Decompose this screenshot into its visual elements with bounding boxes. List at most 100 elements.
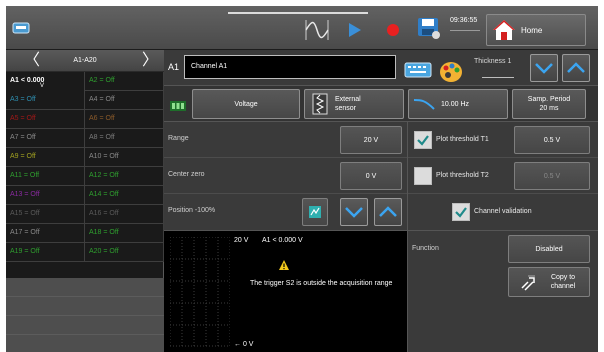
range-label: Range bbox=[168, 135, 189, 142]
home-button[interactable]: Home bbox=[486, 14, 586, 46]
save-icon[interactable] bbox=[416, 16, 442, 40]
threshold-t1-checkbox[interactable] bbox=[414, 131, 432, 149]
waveform-icon[interactable] bbox=[302, 18, 332, 42]
channel-validation-row: Channel validation bbox=[408, 194, 598, 230]
graph-grid bbox=[170, 237, 230, 347]
center-zero-value-button[interactable]: 0 V bbox=[340, 162, 402, 190]
channel-status-row: A1 < 0.000 V A2 = Off bbox=[6, 72, 164, 91]
channel-status-cell[interactable]: A9 = Off bbox=[6, 148, 85, 167]
measurement-type-button[interactable]: Voltage bbox=[192, 89, 300, 119]
copy-to-channel-button[interactable]: Copy to channel bbox=[508, 267, 590, 297]
channel-status-cell[interactable]: A11 = Off bbox=[6, 167, 85, 186]
sampling-period-label: Samp. Period 20 ms bbox=[528, 95, 570, 113]
threshold-t1-value-button[interactable]: 0.5 V bbox=[514, 126, 590, 154]
sampling-period-button[interactable]: Samp. Period 20 ms bbox=[512, 89, 586, 119]
toolbar-divider bbox=[228, 12, 368, 14]
channel-status-cell[interactable]: A19 = Off bbox=[6, 243, 85, 262]
sensor-settings-row: Voltage External sensor 10.00 Hz Samp. Pe… bbox=[164, 86, 598, 122]
samp-label-line1: Samp. Period bbox=[527, 96, 571, 103]
graph-max-label: 20 V bbox=[234, 237, 249, 244]
channel-status-cell[interactable]: A2 = Off bbox=[85, 72, 164, 91]
channel-status-cell[interactable]: A10 = Off bbox=[85, 148, 164, 167]
filter-button[interactable]: 10.00 Hz bbox=[408, 89, 508, 119]
sensor-label-line2: sensor bbox=[335, 105, 357, 112]
copy-label-line2: channel bbox=[550, 283, 576, 290]
channel-header-bar: A1 Channel A1 Thickness 1 bbox=[164, 50, 598, 86]
range-row: Range 20 V bbox=[164, 122, 407, 158]
channel-status-cell[interactable]: A3 = Off bbox=[6, 91, 85, 110]
channel-validation-checkbox[interactable] bbox=[452, 203, 470, 221]
clock-text: 09:36:55 bbox=[450, 17, 478, 24]
prev-page-button[interactable]: 〈 bbox=[24, 52, 40, 70]
list-empty-area bbox=[6, 278, 164, 352]
channel-status-cell[interactable]: A1 < 0.000 bbox=[6, 72, 85, 91]
channel-up-button[interactable] bbox=[562, 54, 590, 82]
channel-down-button[interactable] bbox=[530, 54, 558, 82]
trigger-warning-message: The trigger S2 is outside the acquisitio… bbox=[250, 280, 393, 287]
position-auto-button[interactable] bbox=[302, 198, 328, 226]
clock-underline bbox=[450, 30, 480, 31]
chevron-up-icon bbox=[567, 62, 585, 73]
channel-status-cell[interactable]: A17 = Off bbox=[6, 224, 85, 243]
channel-status-cell[interactable]: A4 = Off bbox=[85, 91, 164, 110]
channel-name-input[interactable]: Channel A1 bbox=[184, 55, 396, 79]
channel-status-cell[interactable]: A5 = Off bbox=[6, 110, 85, 129]
measurement-type-label: Voltage bbox=[234, 100, 258, 108]
channel-validation-label: Channel validation bbox=[474, 208, 532, 215]
sensor-label-line1: External bbox=[335, 96, 361, 103]
channel-status-cell[interactable]: A12 = Off bbox=[85, 167, 164, 186]
threshold-t2-checkbox[interactable] bbox=[414, 167, 432, 185]
channel-status-cell[interactable]: A8 = Off bbox=[85, 129, 164, 148]
graph-min-label: ← 0 V bbox=[234, 341, 254, 348]
channel-status-cell[interactable]: A20 = Off bbox=[85, 243, 164, 262]
threshold-t2-value-button[interactable]: 0.5 V bbox=[514, 162, 590, 190]
range-value-button[interactable]: 20 V bbox=[340, 126, 402, 154]
channel-status-cell[interactable]: A16 = Off bbox=[85, 205, 164, 224]
range-settings-panel: Range 20 V Center zero 0 V Position -100… bbox=[164, 122, 407, 230]
channel-status-row: A19 = Off A20 = Off bbox=[6, 243, 164, 262]
channel-status-row: A11 = Off A12 = Off bbox=[6, 167, 164, 186]
sensor-type-button[interactable]: External sensor bbox=[304, 89, 404, 119]
channel-status-cell[interactable]: A14 = Off bbox=[85, 186, 164, 205]
play-icon[interactable] bbox=[344, 20, 364, 40]
function-label: Function bbox=[412, 245, 439, 252]
channel-status-cell[interactable]: A13 = Off bbox=[6, 186, 85, 205]
app-screen: 09:36:55 Home 〈 A1-A20 〉 A1 < 0.000 V A2 =… bbox=[6, 6, 598, 352]
channel-status-row: A5 = Off A6 = Off bbox=[6, 110, 164, 129]
channel-status-cell[interactable]: A15 = Off bbox=[6, 205, 85, 224]
threshold-t2-row: Plot threshold T2 0.5 V bbox=[408, 158, 598, 194]
chevron-up-icon bbox=[379, 206, 397, 217]
position-down-button[interactable] bbox=[340, 198, 368, 226]
channel-status-cell[interactable]: A18 = Off bbox=[85, 224, 164, 243]
color-palette-icon[interactable] bbox=[438, 60, 464, 84]
channel-status-cell[interactable]: A7 = Off bbox=[6, 129, 85, 148]
home-label: Home bbox=[521, 25, 543, 35]
function-panel: Function Disabled Copy to channel bbox=[407, 230, 598, 352]
warning-icon bbox=[279, 260, 289, 270]
position-up-button[interactable] bbox=[374, 198, 402, 226]
copy-label-line1: Copy to bbox=[550, 274, 576, 281]
device-icon[interactable] bbox=[12, 20, 30, 36]
list-divider bbox=[6, 334, 164, 335]
channel-status-cell[interactable]: A6 = Off bbox=[85, 110, 164, 129]
next-page-button[interactable]: 〉 bbox=[142, 52, 158, 70]
channel-status-row: A7 = Off A8 = Off bbox=[6, 129, 164, 148]
function-select-button[interactable]: Disabled bbox=[508, 235, 590, 263]
channel-status-row: A13 = Off A14 = Off bbox=[6, 186, 164, 205]
record-icon[interactable] bbox=[384, 21, 402, 39]
channel-list-panel: 〈 A1-A20 〉 A1 < 0.000 V A2 = Off A3 = Off A4… bbox=[6, 50, 164, 352]
channel-status-row: A3 = Off A4 = Off bbox=[6, 91, 164, 110]
channel-list-title: A1-A20 bbox=[73, 57, 97, 64]
chevron-down-icon bbox=[535, 63, 553, 74]
channel-id: A1 bbox=[168, 62, 180, 72]
copy-icon bbox=[521, 275, 535, 291]
keyboard-icon[interactable] bbox=[404, 62, 432, 78]
thickness-label[interactable]: Thickness 1 bbox=[474, 58, 511, 65]
thickness-sample-line bbox=[482, 77, 514, 78]
channel-status-row: A9 = Off A10 = Off bbox=[6, 148, 164, 167]
home-icon bbox=[493, 20, 515, 40]
threshold-t1-label: Plot threshold T1 bbox=[436, 136, 489, 143]
position-icon bbox=[309, 206, 321, 218]
lowpass-filter-icon bbox=[413, 99, 435, 110]
position-row: Position -100% bbox=[164, 194, 407, 230]
